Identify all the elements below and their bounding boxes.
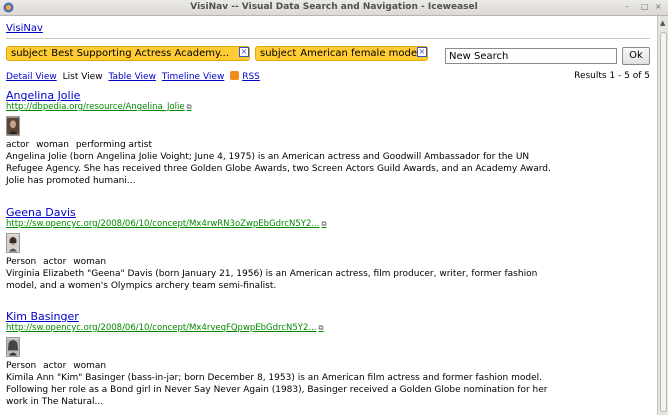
result-type: performing artist <box>75 140 152 150</box>
view-switcher: Detail View List View Table View Timelin… <box>6 71 263 82</box>
external-link-icon[interactable]: ⧉ <box>187 103 192 111</box>
facet-remove-button[interactable]: × <box>416 46 429 61</box>
result-uri-link[interactable]: http://sw.opencyc.org/2008/06/10/concept… <box>6 219 636 230</box>
rss-icon[interactable] <box>230 71 240 80</box>
maximize-icon[interactable]: □ <box>641 2 649 11</box>
result-uri-link[interactable]: http://dbpedia.org/resource/Angelina_Jol… <box>6 102 636 113</box>
facet-value: Best Supporting Actress Academy... <box>51 48 230 59</box>
table-view-link[interactable]: Table View <box>108 72 156 82</box>
result-thumbnail[interactable] <box>6 337 20 357</box>
result-item: Kim Basinger http://sw.opencyc.org/2008/… <box>6 310 636 408</box>
result-types: Person actor woman <box>6 361 636 372</box>
window-titlebar: VisiNav -- Visual Data Search and Naviga… <box>0 0 668 16</box>
result-type: actor <box>6 140 30 150</box>
minimize-icon[interactable]: – <box>625 2 629 11</box>
search-input[interactable] <box>445 48 617 64</box>
timeline-view-link[interactable]: Timeline View <box>162 72 225 82</box>
result-uri-link[interactable]: http://sw.opencyc.org/2008/06/10/concept… <box>6 323 636 334</box>
result-type: woman <box>36 140 69 150</box>
window-title: VisiNav -- Visual Data Search and Naviga… <box>190 2 478 12</box>
result-title-link[interactable]: Kim Basinger <box>6 310 636 323</box>
detail-view-link[interactable]: Detail View <box>6 72 57 82</box>
result-description: Virginia Elizabeth "Geena" Davis (born J… <box>6 269 538 291</box>
rss-link[interactable]: RSS <box>242 72 260 82</box>
result-item: Geena Davis http://sw.opencyc.org/2008/0… <box>6 206 636 292</box>
result-types: actor woman performing artist <box>6 140 636 151</box>
external-link-icon[interactable]: ⧉ <box>319 324 324 332</box>
remove-facet-icon[interactable]: × <box>239 47 249 57</box>
result-types: Person actor woman <box>6 257 636 268</box>
result-uri-text: http://sw.opencyc.org/2008/06/10/concept… <box>6 219 320 229</box>
result-uri-text: http://sw.opencyc.org/2008/06/10/concept… <box>6 323 317 333</box>
results-count: Results 1 - 5 of 5 <box>574 71 650 81</box>
result-description: Angelina Jolie (born Angelina Jolie Voig… <box>6 152 551 186</box>
facet-remove-area[interactable]: × <box>238 46 251 61</box>
visinav-home-link[interactable]: VisiNav <box>6 23 43 34</box>
scrollbar-thumb[interactable] <box>660 32 667 412</box>
facet-chip: subject Best Supporting Actress Academy..… <box>6 46 250 61</box>
result-type: woman <box>73 361 107 371</box>
result-title-link[interactable]: Angelina Jolie <box>6 89 636 102</box>
result-item: Angelina Jolie http://dbpedia.org/resour… <box>6 89 636 187</box>
result-type: Person <box>6 361 37 371</box>
facet-value: American female models <box>300 48 426 59</box>
header-divider <box>6 38 650 39</box>
result-type: Person <box>6 257 37 267</box>
result-type: woman <box>73 257 107 267</box>
external-link-icon[interactable]: ⧉ <box>322 220 327 228</box>
scroll-up-icon[interactable]: ▲ <box>660 19 665 27</box>
result-thumbnail[interactable] <box>6 233 20 253</box>
result-title-link[interactable]: Geena Davis <box>6 206 636 219</box>
page-content: VisiNav subject Best Supporting Actress A… <box>0 16 656 415</box>
result-type: actor <box>43 361 67 371</box>
close-icon[interactable]: × <box>655 2 662 11</box>
vertical-scrollbar[interactable]: ▲ <box>657 16 668 415</box>
result-uri-text: http://dbpedia.org/resource/Angelina_Jol… <box>6 102 185 112</box>
result-thumbnail[interactable] <box>6 116 20 136</box>
result-type: actor <box>43 257 67 267</box>
facet-key: subject <box>260 48 297 59</box>
list-view-label: List View <box>62 72 103 82</box>
remove-facet-icon[interactable]: × <box>417 47 427 57</box>
search-ok-button[interactable]: Ok <box>622 47 650 65</box>
facet-chip: subject American female models <box>255 46 428 61</box>
facet-key: subject <box>11 48 48 59</box>
result-description: Kimila Ann "Kim" Basinger (bass-in-jər; … <box>6 373 548 407</box>
